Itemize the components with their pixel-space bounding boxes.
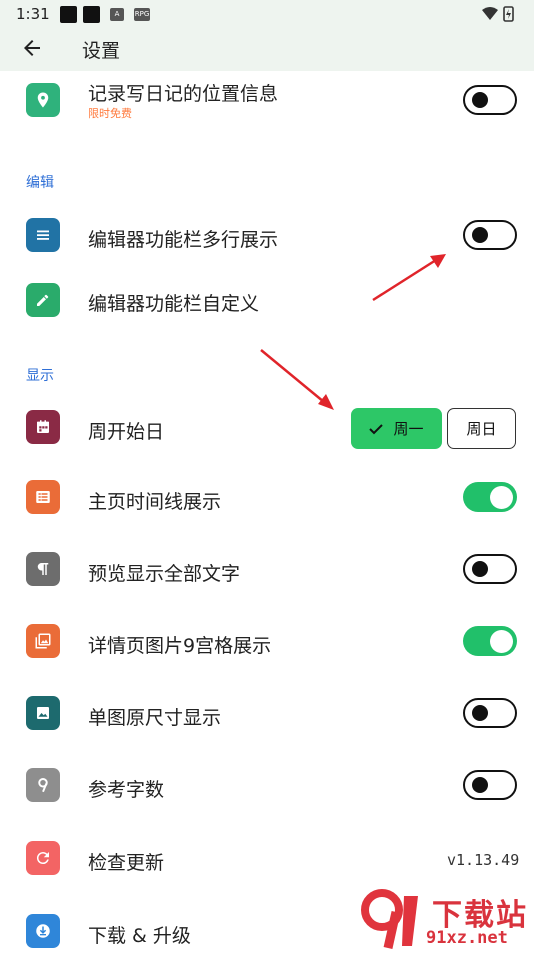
week-start-sunday-option[interactable]: 周日 <box>447 408 516 449</box>
wifi-battery-icon <box>482 6 514 22</box>
week-start-monday-option[interactable]: 周一 <box>351 408 442 449</box>
pencil-icon <box>26 283 60 317</box>
location-pin-icon <box>26 83 60 117</box>
list-icon <box>26 480 60 514</box>
version-text: v1.13.49 <box>447 851 520 869</box>
setting-label: 单图原尺寸显示 <box>88 707 222 729</box>
photo-library-icon <box>26 624 60 658</box>
free-tag: 限时免费 <box>88 107 132 120</box>
check-icon <box>369 423 384 434</box>
status-time: 1:31 <box>16 5 50 23</box>
status-bar: 1:31 A RPG <box>0 0 534 28</box>
setting-row-single-image[interactable]: 单图原尺寸显示 <box>0 678 534 750</box>
setting-row-location[interactable]: 记录写日记的位置信息 限时免费 <box>0 65 534 137</box>
option-label: 周一 <box>393 420 424 438</box>
page-title: 设置 <box>82 40 121 62</box>
setting-label: 主页时间线展示 <box>88 491 222 513</box>
back-arrow-icon[interactable] <box>20 36 44 60</box>
notification-icon: RPG <box>134 8 150 21</box>
setting-label: 参考字数 <box>88 779 165 801</box>
setting-label: 记录写日记的位置信息 <box>88 83 279 105</box>
watermark-logo: 下载站 91xz.net <box>360 888 534 950</box>
notification-icon <box>83 6 100 23</box>
setting-row-toolbar-multiline[interactable]: 编辑器功能栏多行展示 <box>0 200 534 272</box>
notification-icon <box>60 6 77 23</box>
word-count-toggle[interactable] <box>463 770 517 800</box>
grid9-toggle[interactable] <box>463 626 517 656</box>
status-icons <box>480 6 520 26</box>
image-icon <box>26 696 60 730</box>
setting-label: 编辑器功能栏多行展示 <box>88 229 279 251</box>
location-toggle[interactable] <box>463 85 517 115</box>
setting-label: 详情页图片9宫格展示 <box>88 635 272 657</box>
setting-label: 编辑器功能栏自定义 <box>88 293 260 315</box>
section-header-edit: 编辑 <box>26 175 54 191</box>
setting-row-timeline[interactable]: 主页时间线展示 <box>0 462 534 534</box>
option-label: 周日 <box>466 420 497 438</box>
setting-row-toolbar-custom[interactable]: 编辑器功能栏自定义 <box>0 265 534 337</box>
section-header-display: 显示 <box>26 368 54 384</box>
pilcrow-icon <box>26 552 60 586</box>
calendar-icon <box>26 410 60 444</box>
timeline-toggle[interactable] <box>463 482 517 512</box>
toolbar-multiline-toggle[interactable] <box>463 220 517 250</box>
setting-label: 下载 & 升级 <box>88 925 191 947</box>
single-image-toggle[interactable] <box>463 698 517 728</box>
download-icon <box>26 914 60 948</box>
menu-lines-icon <box>26 218 60 252</box>
refresh-icon <box>26 841 60 875</box>
watermark-url: 91xz.net <box>426 928 508 948</box>
watermark-emblem-icon <box>361 889 418 949</box>
setting-label: 检查更新 <box>88 852 165 874</box>
setting-row-preview-text[interactable]: 预览显示全部文字 <box>0 534 534 606</box>
notification-icon: A <box>110 8 124 21</box>
setting-row-word-count[interactable]: 参考字数 <box>0 750 534 822</box>
setting-row-grid9[interactable]: 详情页图片9宫格展示 <box>0 606 534 678</box>
setting-label: 周开始日 <box>88 421 165 443</box>
preview-text-toggle[interactable] <box>463 554 517 584</box>
number-nine-icon <box>26 768 60 802</box>
setting-label: 预览显示全部文字 <box>88 563 241 585</box>
